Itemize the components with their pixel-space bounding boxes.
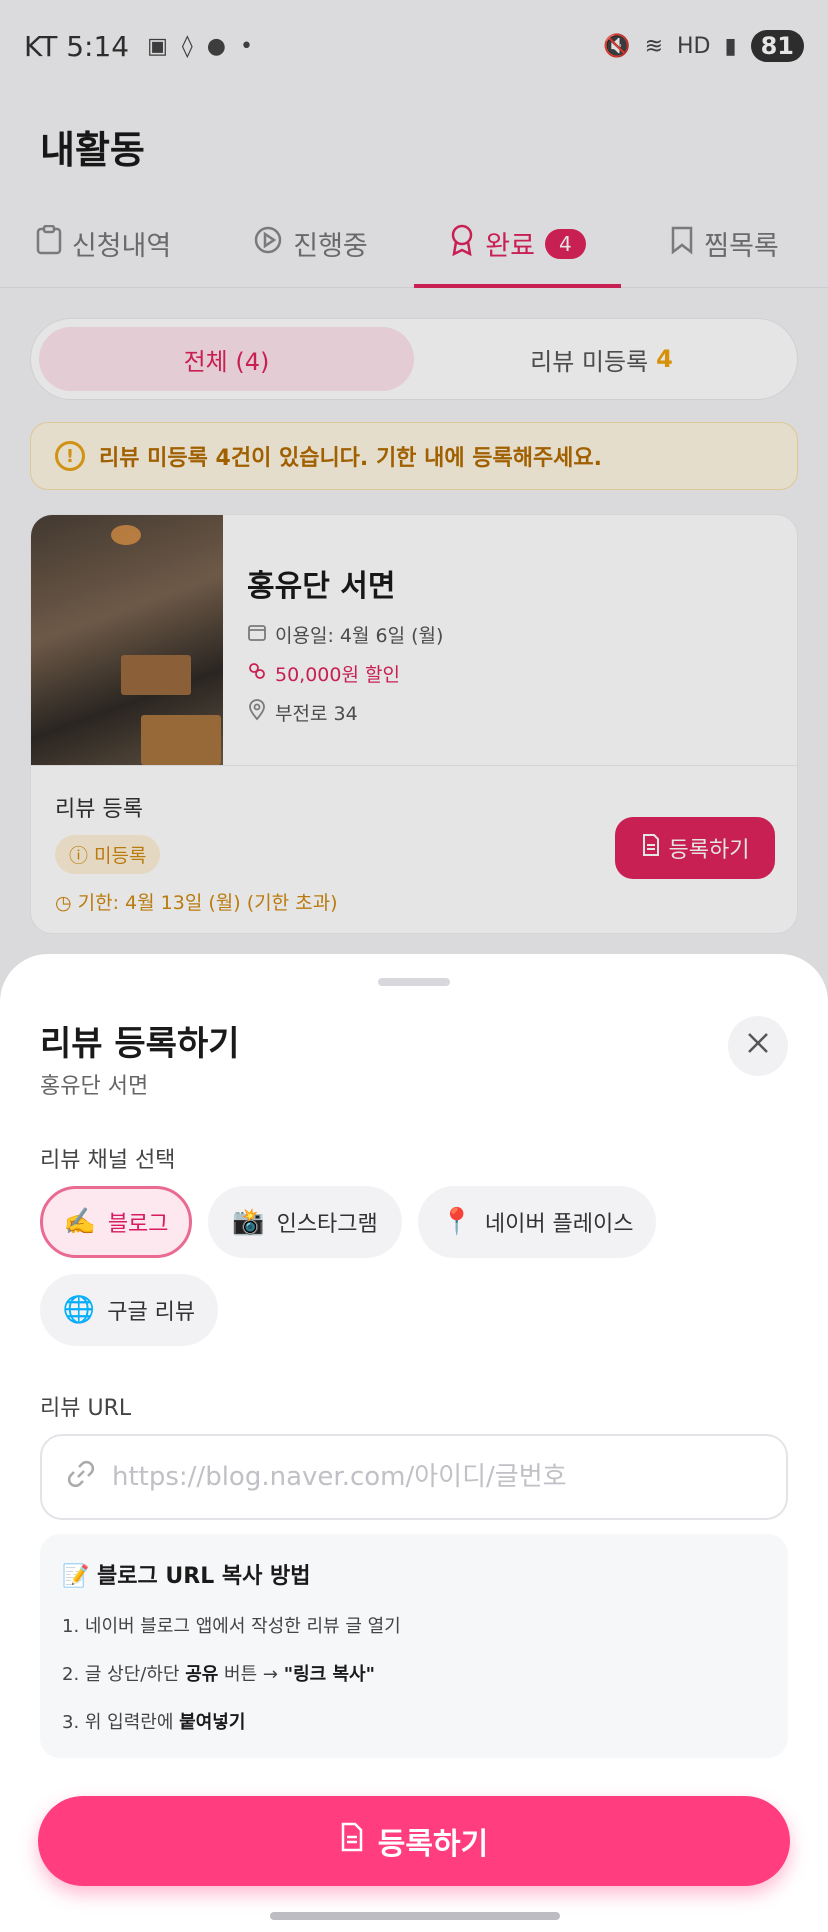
- globe-icon: 🌐: [62, 1295, 96, 1325]
- document-icon: [340, 1822, 364, 1860]
- review-bottom-sheet: 리뷰 등록하기 홍유단 서면 리뷰 채널 선택 ✍️ 블로그 📸 인스타그램 📍…: [0, 954, 828, 1932]
- guide-step-2: 2. 글 상단/하단 공유 버튼 → "링크 복사": [62, 1664, 375, 1685]
- channel-label: 리뷰 채널 선택: [40, 1148, 176, 1173]
- writing-hand-icon: ✍️: [63, 1207, 96, 1237]
- channel-google[interactable]: 🌐 구글 리뷰: [40, 1274, 218, 1346]
- sheet-subtitle: 홍유단 서면: [40, 1074, 149, 1099]
- guide-step-3: 3. 위 입력란에 붙여넣기: [62, 1712, 246, 1733]
- guide-step-1: 1. 네이버 블로그 앱에서 작성한 리뷰 글 열기: [62, 1616, 401, 1637]
- blog-url-guide: 📝 블로그 URL 복사 방법 1. 네이버 블로그 앱에서 작성한 리뷰 글 …: [40, 1534, 788, 1758]
- link-icon: [66, 1459, 96, 1496]
- submit-review-button[interactable]: 등록하기: [38, 1796, 790, 1886]
- camera-icon: 📸: [232, 1207, 265, 1237]
- home-indicator[interactable]: [270, 1912, 560, 1920]
- close-button[interactable]: [728, 1016, 788, 1076]
- channel-instagram[interactable]: 📸 인스타그램: [208, 1186, 402, 1258]
- review-url-input[interactable]: [112, 1462, 752, 1492]
- close-icon: [745, 1029, 771, 1064]
- sheet-title: 리뷰 등록하기: [40, 1024, 240, 1064]
- url-label: 리뷰 URL: [40, 1396, 132, 1421]
- sheet-drag-handle[interactable]: [378, 978, 450, 986]
- channel-blog[interactable]: ✍️ 블로그: [40, 1186, 192, 1258]
- guide-title: 📝 블로그 URL 복사 방법: [62, 1564, 311, 1589]
- pin-icon: 📍: [440, 1207, 473, 1237]
- review-url-field: [40, 1434, 788, 1520]
- channel-naver-place[interactable]: 📍 네이버 플레이스: [418, 1186, 656, 1258]
